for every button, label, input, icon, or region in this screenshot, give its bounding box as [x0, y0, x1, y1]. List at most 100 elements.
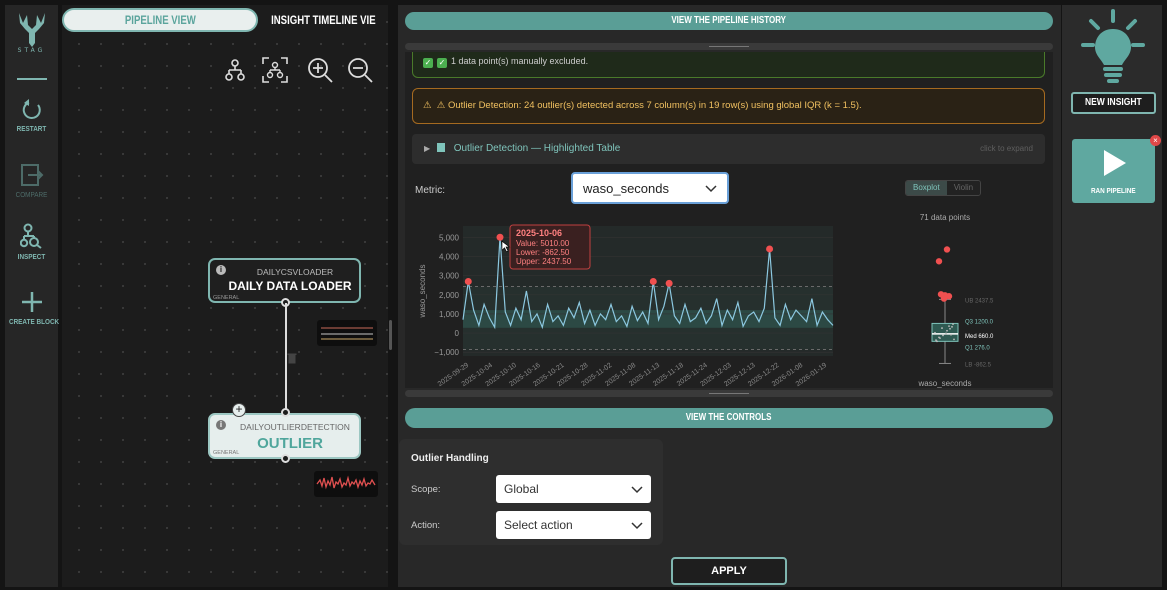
warning-icon: ⚠ ⚠	[423, 100, 448, 111]
node-title: DAILY DATA LOADER	[228, 279, 352, 293]
node-input-port[interactable]	[281, 408, 290, 417]
pipeline-canvas[interactable]: PIPELINE VIEW INSIGHT TIMELINE VIE i DAI…	[62, 5, 388, 587]
close-icon[interactable]: ×	[1150, 135, 1161, 146]
tab-pipeline-view[interactable]: PIPELINE VIEW	[62, 8, 258, 32]
outlier-handling-title: Outlier Handling	[411, 453, 489, 464]
jitter-point	[935, 339, 937, 341]
expander-title: Outlier Detection — Highlighted Table	[453, 143, 621, 154]
apply-button[interactable]: APPLY	[671, 557, 787, 585]
boxplot-stat-label: Med 660.0	[965, 334, 994, 340]
y-tick-label: 0	[455, 329, 460, 338]
metric-select[interactable]: waso_seconds	[571, 172, 729, 204]
y-tick-label: 5,000	[439, 233, 460, 242]
delete-edge-icon[interactable]	[287, 352, 297, 364]
view-tabs: PIPELINE VIEW INSIGHT TIMELINE VIE	[62, 8, 388, 34]
restart-icon	[22, 99, 41, 119]
history-output: ✓ ✓ 1 data point(s) manually excluded. ⚠ ⚠…	[405, 52, 1053, 388]
logo-text: STAG	[17, 47, 46, 54]
hierarchy-icon[interactable]	[220, 55, 250, 85]
boxplot-stat-label: LB -862.5	[965, 362, 992, 368]
tooltip-value: Value: 5010.00	[516, 239, 570, 248]
fence-band	[463, 286, 833, 350]
create-block-label: CREATE BLOCK	[8, 317, 60, 326]
jitter-point	[952, 323, 954, 326]
violin-toggle[interactable]: Violin	[946, 181, 981, 195]
compare-label: COMPARE	[15, 190, 48, 199]
info-icon[interactable]: i	[216, 420, 226, 430]
zoom-out-icon[interactable]	[345, 55, 375, 85]
boxplot-stat-label: Q3 1200.0	[965, 319, 994, 325]
scope-select[interactable]: Global	[496, 475, 651, 503]
warning-text: Outlier Detection: 24 outlier(s) detecte…	[447, 100, 862, 111]
run-pipeline-button[interactable]: RAN PIPELINE ×	[1072, 135, 1161, 203]
outlier-point	[496, 233, 504, 241]
jitter-point	[953, 338, 955, 341]
new-insight-button[interactable]: NEW INSIGHT	[1071, 92, 1156, 114]
outlier-point	[935, 258, 943, 265]
time-series-chart[interactable]: 5,000 4,000 3,000 2,000 1,000 0 −1,000 waso_sec…	[415, 222, 837, 388]
resize-handle[interactable]	[405, 390, 1053, 397]
boxplot-title: 71 data points	[920, 213, 970, 222]
excluded-banner: ✓ ✓ 1 data point(s) manually excluded.	[412, 52, 1045, 78]
info-icon[interactable]: i	[216, 265, 226, 275]
node-type: DAILYCSVLOADER	[256, 267, 334, 277]
zoom-in-icon[interactable]	[305, 55, 335, 85]
jitter-point	[950, 333, 952, 336]
tooltip-lower: Lower: -862.50	[516, 248, 570, 257]
create-block-button[interactable]: CREATE BLOCK	[5, 290, 60, 326]
node-tag: GENERAL	[213, 450, 240, 456]
loader-preview-thumbnail	[317, 320, 377, 346]
outlier-point	[649, 277, 657, 285]
add-node-button[interactable]: +	[232, 403, 246, 417]
tooltip-date: 2025-10-06	[516, 228, 562, 238]
node-tag: GENERAL	[213, 295, 240, 301]
action-placeholder: Select action	[504, 518, 573, 532]
outlier-preview-thumbnail	[314, 471, 378, 497]
resize-handle[interactable]	[405, 43, 1053, 50]
node-type: DAILYOUTLIERDETECTION	[240, 422, 350, 432]
boxplot-chart[interactable]: 71 data points UB 2437.5 Q3 1200.0 Med 660.…	[885, 210, 1025, 388]
jitter-point	[942, 334, 944, 337]
metric-label: Metric:	[415, 185, 445, 196]
lightbulb-icon	[1081, 9, 1145, 83]
y-tick-label: 1,000	[439, 310, 460, 319]
tab-insight-timeline[interactable]: INSIGHT TIMELINE VIE	[258, 8, 388, 32]
y-tick-label: −1,000	[434, 348, 459, 357]
fit-view-icon[interactable]	[260, 55, 290, 85]
chevron-down-icon	[631, 522, 643, 530]
y-tick-label: 4,000	[439, 253, 460, 262]
node-outlier-detection[interactable]: i DAILYOUTLIERDETECTION OUTLIER GENERAL	[208, 413, 361, 459]
outlier-point	[665, 279, 673, 287]
highlighted-table-expander[interactable]: ▶ Outlier Detection — Highlighted Table …	[412, 134, 1045, 164]
node-daily-data-loader[interactable]: i DAILYCSVLOADER DAILY DATA LOADER GENER…	[208, 258, 361, 303]
restart-button[interactable]: RESTART	[5, 99, 58, 133]
scope-value: Global	[504, 482, 539, 496]
outlier-handling-card: Outlier Handling Scope: Global Action: S…	[399, 439, 663, 545]
metric-value: waso_seconds	[583, 181, 669, 196]
excluded-text: 1 data point(s) manually excluded.	[451, 56, 589, 66]
jitter-point	[951, 325, 953, 328]
view-controls-button[interactable]: VIEW THE CONTROLS	[405, 408, 1053, 428]
boxplot-x-label: waso_seconds	[918, 379, 972, 388]
chevron-down-icon	[631, 486, 643, 494]
action-select[interactable]: Select action	[496, 511, 651, 539]
boxplot-toggle[interactable]: Boxplot	[906, 181, 947, 195]
restart-label: RESTART	[16, 124, 47, 133]
jitter-point	[934, 331, 936, 334]
jitter-point	[941, 327, 943, 329]
jitter-point	[949, 327, 951, 330]
action-label: Action:	[411, 520, 441, 531]
outlier-point	[464, 277, 472, 285]
main-panel: VIEW THE PIPELINE HISTORY ✓ ✓ 1 data point…	[398, 5, 1061, 587]
view-pipeline-history-button[interactable]: VIEW THE PIPELINE HISTORY	[405, 12, 1053, 30]
jitter-point	[945, 332, 947, 335]
outlier-point	[766, 245, 774, 253]
panel-splitter[interactable]	[389, 320, 392, 350]
node-output-port[interactable]	[281, 454, 290, 463]
jitter-point	[948, 325, 950, 328]
run-pipeline-label: RAN PIPELINE	[1091, 186, 1136, 195]
check-icon: ✓	[437, 58, 447, 68]
compare-button[interactable]: COMPARE	[5, 163, 58, 199]
inspect-button[interactable]: INSPECT	[5, 223, 58, 261]
outlier-point	[940, 295, 948, 302]
